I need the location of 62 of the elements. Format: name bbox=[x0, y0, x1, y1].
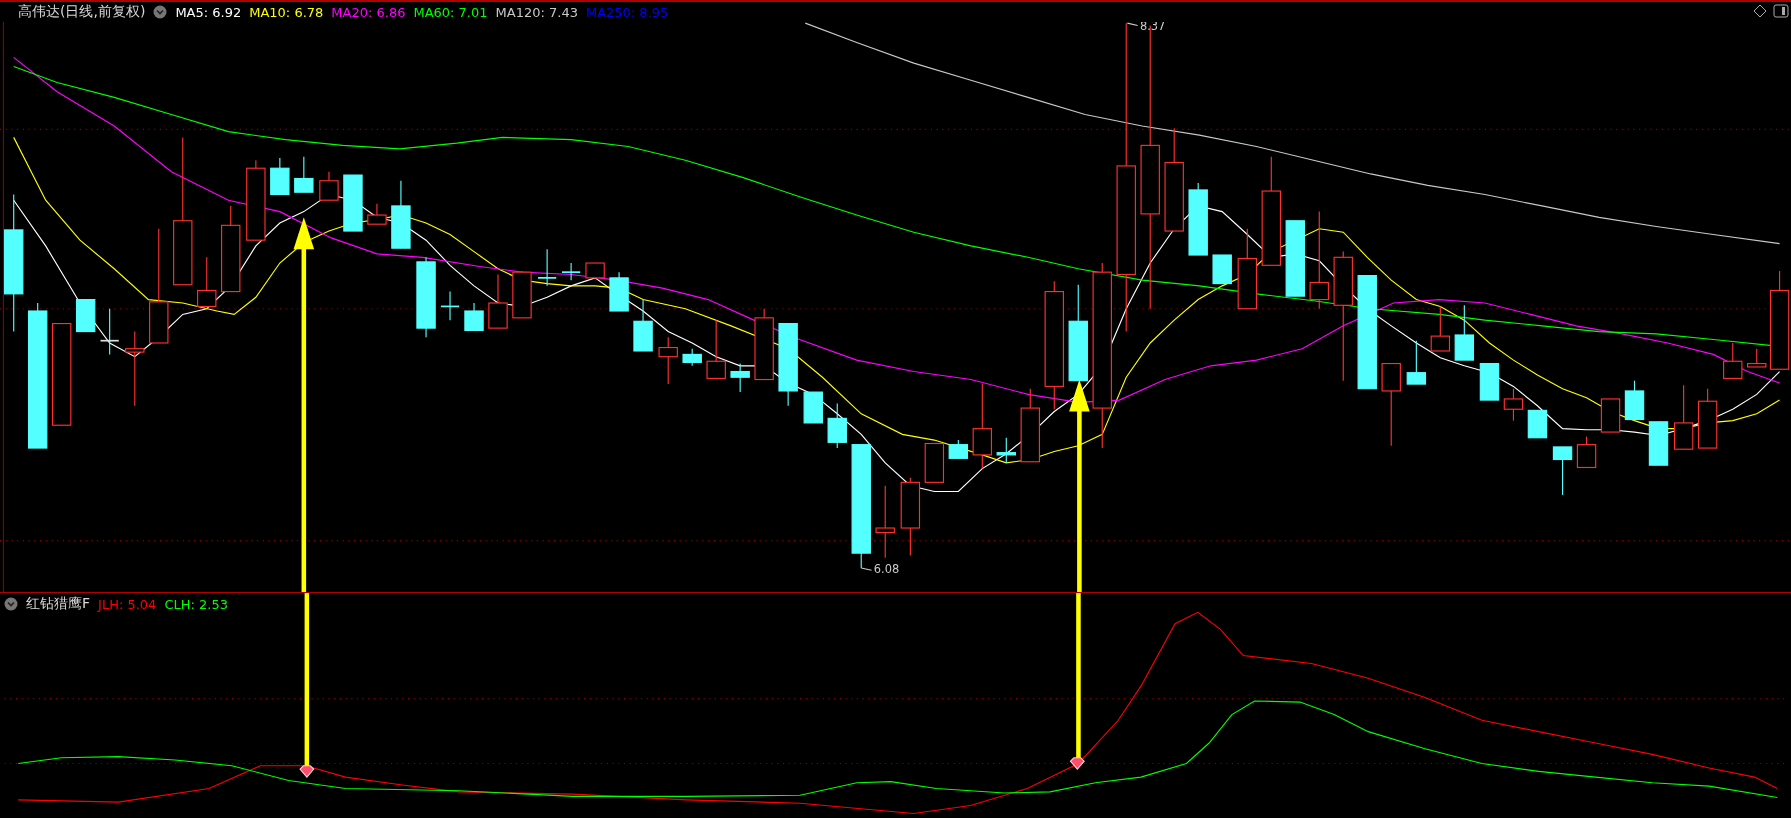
moving-average-value: MA250: 8.95 bbox=[585, 4, 669, 20]
candlestick bbox=[99, 308, 120, 355]
candlestick bbox=[609, 271, 629, 312]
candlestick bbox=[561, 262, 582, 281]
candlestick bbox=[1503, 388, 1524, 422]
candlestick bbox=[803, 391, 823, 424]
candlestick bbox=[1697, 388, 1718, 449]
dropdown-chevron-icon[interactable] bbox=[4, 597, 18, 611]
moving-average-value: MA20: 6.86 bbox=[331, 4, 406, 20]
candlestick bbox=[294, 156, 314, 193]
diamond-marker bbox=[299, 765, 315, 778]
candlestick bbox=[827, 402, 847, 449]
diamond-marker bbox=[1069, 757, 1085, 770]
panel-icon[interactable] bbox=[1773, 4, 1789, 18]
candlestick bbox=[1673, 384, 1694, 450]
candlestick bbox=[730, 362, 750, 393]
indicator-value: JLH: 5.04 bbox=[98, 596, 157, 612]
candlestick bbox=[319, 171, 339, 201]
candlestick bbox=[633, 299, 653, 352]
candlestick bbox=[1454, 304, 1475, 361]
candlestick bbox=[464, 302, 484, 331]
candlestick bbox=[197, 256, 217, 307]
moving-average-value: MA60: 7.01 bbox=[413, 4, 488, 20]
candlestick bbox=[924, 442, 945, 483]
candlestick bbox=[537, 248, 558, 287]
candlestick bbox=[1406, 340, 1427, 385]
candlestick bbox=[1624, 380, 1645, 421]
candlestick bbox=[1648, 421, 1669, 466]
candlestick bbox=[391, 180, 411, 249]
candlestick bbox=[367, 203, 387, 225]
candlestick bbox=[1479, 362, 1500, 401]
candlestick bbox=[1430, 305, 1451, 352]
candlestick bbox=[948, 439, 969, 459]
moving-average-value: MA120: 7.43 bbox=[495, 4, 578, 20]
candlestick bbox=[658, 336, 678, 385]
moving-average-value: MA10: 6.78 bbox=[249, 4, 324, 20]
candlestick bbox=[1723, 342, 1743, 379]
leader-line bbox=[1126, 22, 1139, 26]
chart-title: 高伟达(日线,前复权) bbox=[18, 3, 146, 21]
candlestick bbox=[1212, 254, 1232, 285]
candlestick bbox=[1527, 409, 1548, 439]
candlestick bbox=[440, 291, 461, 321]
candlestick bbox=[512, 270, 532, 319]
candlestick bbox=[585, 262, 605, 279]
candlestick bbox=[1600, 398, 1621, 433]
candlestick bbox=[343, 174, 363, 232]
leader-line bbox=[860, 567, 873, 571]
candlestick bbox=[682, 348, 702, 367]
indicator-value: CLH: 2.53 bbox=[164, 596, 228, 612]
candlestick bbox=[75, 299, 96, 333]
candlestick bbox=[1747, 348, 1767, 368]
candlestick bbox=[706, 319, 726, 379]
price-label: 6.08 bbox=[873, 561, 900, 576]
candlestick bbox=[270, 157, 290, 196]
dropdown-chevron-icon[interactable] bbox=[153, 5, 168, 19]
candlestick bbox=[996, 437, 1016, 464]
moving-average-value: MA5: 6.92 bbox=[175, 4, 242, 20]
indicator-title: 红钻猎鹰F bbox=[26, 595, 91, 613]
candlestick bbox=[1552, 446, 1573, 496]
candlestick bbox=[1576, 436, 1597, 469]
diamond-icon[interactable] bbox=[1753, 4, 1767, 18]
candlestick bbox=[488, 273, 508, 329]
